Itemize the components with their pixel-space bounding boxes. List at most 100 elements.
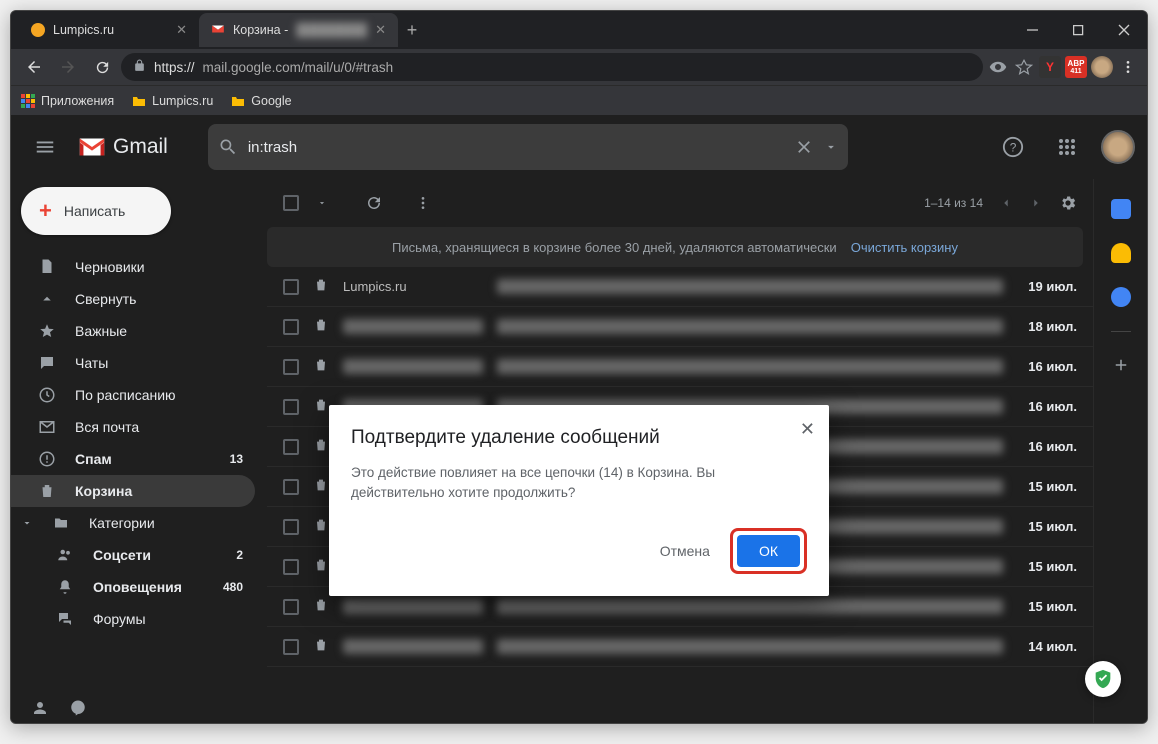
close-window-button[interactable]	[1101, 11, 1147, 49]
row-checkbox[interactable]	[283, 319, 299, 335]
mail-subject: ████████████████████████████████████	[497, 639, 1003, 654]
search-input[interactable]	[248, 139, 784, 156]
sidebar-label: Соцсети	[93, 547, 151, 563]
reload-button[interactable]	[87, 52, 117, 82]
more-icon[interactable]	[415, 195, 431, 211]
dialog-buttons: Отмена ОК	[351, 528, 807, 574]
sidebar-item-По расписанию[interactable]: По расписанию	[11, 379, 255, 411]
chevron-down-icon[interactable]	[317, 198, 327, 208]
cancel-button[interactable]: Отмена	[648, 535, 722, 567]
lock-icon	[133, 59, 146, 75]
tab-gmail-trash[interactable]: Корзина - ████████ ✕	[199, 13, 398, 47]
help-button[interactable]: ?	[993, 127, 1033, 167]
refresh-icon[interactable]	[365, 194, 383, 212]
keep-icon[interactable]	[1111, 243, 1131, 263]
url-scheme: https://	[154, 60, 195, 75]
account-avatar[interactable]	[1101, 130, 1135, 164]
dropdown-icon[interactable]	[824, 140, 838, 154]
sidebar-label: Черновики	[75, 259, 145, 275]
mail-toolbar: 1–14 из 14	[267, 179, 1093, 227]
forward-button[interactable]	[53, 52, 83, 82]
calendar-icon[interactable]	[1111, 199, 1131, 219]
new-tab-button[interactable]: +	[398, 16, 426, 44]
yandex-icon[interactable]: Y	[1039, 56, 1061, 78]
hangouts-icon[interactable]	[69, 699, 87, 717]
adblock-ext-icon[interactable]: ABP411	[1065, 56, 1087, 78]
mail-row[interactable]: ████████████████████████████████████████…	[267, 347, 1093, 387]
sidebar-count: 13	[230, 452, 243, 466]
menu-button[interactable]	[23, 125, 67, 169]
empty-trash-link[interactable]: Очистить корзину	[851, 240, 958, 255]
mail-row[interactable]: ████████████████████████████████████████…	[267, 627, 1093, 667]
select-all-checkbox[interactable]	[283, 195, 299, 211]
trash-icon	[37, 482, 57, 500]
mail-row[interactable]: ████████████████████████████████████████…	[267, 307, 1093, 347]
sidebar-item-Соцсети[interactable]: Соцсети2	[11, 539, 255, 571]
row-checkbox[interactable]	[283, 279, 299, 295]
trash-icon	[313, 317, 329, 336]
sidebar-item-Корзина[interactable]: Корзина	[11, 475, 255, 507]
star-icon[interactable]	[1013, 56, 1035, 78]
chrome-menu-button[interactable]	[1117, 56, 1139, 78]
gmail-header: Gmail ?	[11, 115, 1147, 179]
url-input[interactable]: https://mail.google.com/mail/u/0/#trash	[121, 53, 983, 81]
row-checkbox[interactable]	[283, 399, 299, 415]
sidebar-label: Важные	[75, 323, 127, 339]
row-checkbox[interactable]	[283, 479, 299, 495]
trash-banner: Письма, хранящиеся в корзине более 30 дн…	[267, 227, 1083, 267]
sidebar-item-Вся почта[interactable]: Вся почта	[11, 411, 255, 443]
close-icon[interactable]: ✕	[176, 22, 187, 38]
trash-icon	[313, 597, 329, 616]
compose-button[interactable]: + Написать	[21, 187, 171, 235]
row-checkbox[interactable]	[283, 439, 299, 455]
next-page-icon[interactable]	[1029, 196, 1043, 210]
tasks-icon[interactable]	[1111, 287, 1131, 307]
sidebar-item-Свернуть[interactable]: Свернуть	[11, 283, 255, 315]
row-checkbox[interactable]	[283, 599, 299, 615]
address-bar: https://mail.google.com/mail/u/0/#trash …	[11, 49, 1147, 85]
gmail-logo[interactable]: Gmail	[77, 135, 168, 159]
dialog-body: Это действие повлияет на все цепочки (14…	[351, 463, 807, 504]
prev-page-icon[interactable]	[999, 196, 1013, 210]
profile-icon[interactable]	[1091, 56, 1113, 78]
bookmark-google[interactable]: Google	[231, 94, 291, 108]
row-checkbox[interactable]	[283, 519, 299, 535]
back-button[interactable]	[19, 52, 49, 82]
clear-icon[interactable]	[794, 137, 814, 157]
minimize-button[interactable]	[1009, 11, 1055, 49]
clock-icon	[37, 386, 57, 404]
star-icon	[37, 322, 57, 340]
trash-icon	[313, 517, 329, 536]
sidebar-label: Категории	[89, 515, 155, 531]
sidebar-item-Категории[interactable]: Категории	[11, 507, 255, 539]
close-icon[interactable]: ✕	[375, 22, 386, 38]
sidebar-item-Важные[interactable]: Важные	[11, 315, 255, 347]
sidebar-item-Чаты[interactable]: Чаты	[11, 347, 255, 379]
search-bar[interactable]	[208, 124, 848, 170]
sidebar-item-Черновики[interactable]: Черновики	[11, 251, 255, 283]
sidebar-item-Форумы[interactable]: Форумы	[11, 603, 255, 635]
eye-icon[interactable]	[987, 56, 1009, 78]
trash-icon	[313, 277, 329, 296]
sidebar-item-Спам[interactable]: Спам13	[11, 443, 255, 475]
mail-row[interactable]: Lumpics.ru██████████████████████████████…	[267, 267, 1093, 307]
apps-grid-button[interactable]	[1047, 127, 1087, 167]
security-badge[interactable]	[1085, 661, 1121, 697]
maximize-button[interactable]	[1055, 11, 1101, 49]
person-icon[interactable]	[31, 699, 49, 717]
settings-icon[interactable]	[1059, 194, 1077, 212]
ok-button[interactable]: ОК	[737, 535, 800, 567]
people-icon	[55, 546, 75, 564]
row-checkbox[interactable]	[283, 359, 299, 375]
tab-lumpics[interactable]: Lumpics.ru ✕	[19, 13, 199, 47]
mail-sender: ████	[343, 639, 483, 654]
dialog-close-button[interactable]: ✕	[800, 419, 815, 440]
add-addon-icon[interactable]	[1112, 356, 1130, 374]
trash-icon	[313, 557, 329, 576]
sidebar-item-Оповещения[interactable]: Оповещения480	[11, 571, 255, 603]
bookmark-lumpics[interactable]: Lumpics.ru	[132, 94, 213, 108]
sidebar: + Написать Черновики Свернуть Важные ЧатыПо…	[11, 179, 267, 723]
row-checkbox[interactable]	[283, 639, 299, 655]
apps-bookmark[interactable]: Приложения	[21, 94, 114, 108]
row-checkbox[interactable]	[283, 559, 299, 575]
